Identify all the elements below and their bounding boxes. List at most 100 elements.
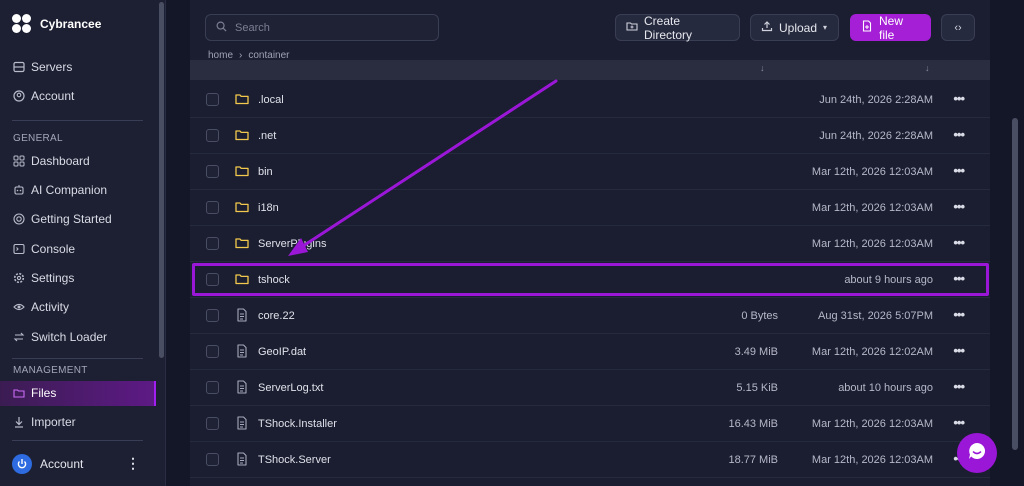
sidebar-item-servers[interactable]: Servers [12, 56, 72, 78]
more-options-icon[interactable]: ••• [953, 379, 965, 394]
sidebar-item-dashboard[interactable]: Dashboard [12, 150, 90, 172]
file-row[interactable]: core.22 0 Bytes Aug 31st, 2026 5:07PM ••• [190, 298, 990, 334]
section-label-general: GENERAL [13, 133, 63, 144]
more-options-icon[interactable]: ••• [953, 91, 965, 106]
file-modified: Mar 12th, 2026 12:03AM [811, 454, 933, 466]
file-modified: Mar 12th, 2026 12:03AM [811, 166, 933, 178]
sidebar-item-importer[interactable]: Importer [12, 411, 76, 433]
file-plus-icon [861, 20, 873, 35]
more-options-icon[interactable]: ••• [953, 235, 965, 250]
sidebar-item-label: AI Companion [31, 183, 108, 197]
sidebar-item-switch-loader[interactable]: Switch Loader [12, 326, 107, 348]
file-modified: about 9 hours ago [844, 274, 933, 286]
more-options-icon[interactable]: ••• [953, 271, 965, 286]
sidebar-item-label: Files [31, 386, 57, 400]
row-checkbox[interactable] [206, 345, 219, 358]
sidebar-item-files[interactable]: Files [12, 382, 56, 404]
file-row[interactable]: ServerLog.txt 5.15 KiB about 10 hours ago •… [190, 370, 990, 406]
upload-label: Upload [779, 20, 818, 35]
file-row[interactable]: i18n Mar 12th, 2026 12:03AM ••• [190, 190, 990, 226]
file-row[interactable]: .net Jun 24th, 2026 2:28AM ••• [190, 118, 990, 154]
row-checkbox[interactable] [206, 129, 219, 142]
more-options-icon[interactable]: ••• [953, 199, 965, 214]
new-file-label: New file [879, 13, 904, 42]
file-icon [235, 308, 249, 322]
row-checkbox[interactable] [206, 453, 219, 466]
file-row[interactable]: .local Jun 24th, 2026 2:28AM ••• [190, 82, 990, 118]
file-icon [235, 380, 249, 394]
file-row[interactable]: tshock about 9 hours ago ••• [190, 262, 990, 298]
row-checkbox[interactable] [206, 417, 219, 430]
sidebar-item-getting-started[interactable]: Getting Started [12, 208, 112, 230]
chat-button[interactable] [957, 433, 997, 473]
file-modified: Mar 12th, 2026 12:02AM [811, 346, 933, 358]
file-name[interactable]: core.22 [258, 310, 295, 322]
file-row[interactable]: ServerPlugins Mar 12th, 2026 12:03AM ••• [190, 226, 990, 262]
row-checkbox[interactable] [206, 273, 219, 286]
upload-icon [761, 20, 773, 35]
file-name[interactable]: GeoIP.dat [258, 346, 306, 358]
row-checkbox[interactable] [206, 201, 219, 214]
file-name[interactable]: tshock [258, 274, 290, 286]
row-checkbox[interactable] [206, 237, 219, 250]
folder-plus-icon [626, 20, 638, 35]
more-options-icon[interactable]: ••• [953, 127, 965, 142]
sidebar: Cybrancee Servers Account GENERAL Dashbo… [0, 0, 166, 486]
row-checkbox[interactable] [206, 309, 219, 322]
file-name[interactable]: TShock.Installer [258, 418, 337, 430]
code-icon: ‹› [954, 21, 962, 34]
file-name[interactable]: .net [258, 130, 276, 142]
more-options-icon[interactable]: ••• [953, 415, 965, 430]
file-name[interactable]: i18n [258, 202, 279, 214]
sidebar-item-label: Getting Started [31, 212, 112, 226]
file-name[interactable]: bin [258, 166, 273, 178]
file-row[interactable]: GeoIP.dat 3.49 MiB Mar 12th, 2026 12:02AM •… [190, 334, 990, 370]
file-row[interactable]: TShock.Server 18.77 MiB Mar 12th, 2026 12:… [190, 442, 990, 478]
upload-button[interactable]: Upload ▾ [750, 14, 839, 41]
brand[interactable]: Cybrancee [12, 14, 101, 34]
sidebar-scrollbar[interactable] [159, 2, 164, 358]
sidebar-item-activity[interactable]: Activity [12, 296, 69, 318]
account-menu[interactable]: Account [12, 454, 83, 474]
sidebar-item-label: Servers [31, 60, 73, 74]
sidebar-item-console[interactable]: Console [12, 238, 75, 260]
more-options-icon[interactable]: ••• [953, 343, 965, 358]
file-row[interactable]: bin Mar 12th, 2026 12:03AM ••• [190, 154, 990, 190]
search-input[interactable]: Search [205, 14, 439, 41]
file-row[interactable]: TShock.Installer 16.43 MiB Mar 12th, 2026 … [190, 406, 990, 442]
robot-icon [12, 184, 25, 197]
sidebar-item-label: Settings [31, 271, 75, 285]
file-modified: Jun 24th, 2026 2:28AM [819, 130, 933, 142]
account-options-icon[interactable]: ⋮ [126, 456, 140, 470]
main-scrollbar[interactable] [1012, 118, 1018, 450]
row-checkbox[interactable] [206, 165, 219, 178]
folder-icon [235, 128, 249, 142]
file-size: 18.77 MiB [728, 454, 778, 466]
row-checkbox[interactable] [206, 381, 219, 394]
more-options-icon[interactable]: ••• [953, 163, 965, 178]
code-view-button[interactable]: ‹› [941, 14, 975, 41]
lifebuoy-icon [12, 213, 25, 226]
sort-date-icon[interactable]: ↓ [925, 63, 930, 73]
sort-size-icon[interactable]: ↓ [760, 63, 765, 73]
file-name[interactable]: TShock.Server [258, 454, 331, 466]
file-icon [235, 344, 249, 358]
file-size: 0 Bytes [741, 310, 778, 322]
file-modified: Aug 31st, 2026 5:07PM [818, 310, 933, 322]
file-name[interactable]: ServerLog.txt [258, 382, 323, 394]
swap-icon [12, 331, 25, 344]
folder-icon [235, 236, 249, 250]
file-name[interactable]: ServerPlugins [258, 238, 326, 250]
more-options-icon[interactable]: ••• [953, 307, 965, 322]
create-directory-button[interactable]: Create Directory [615, 14, 740, 42]
file-modified: about 10 hours ago [838, 382, 933, 394]
folder-icon [235, 200, 249, 214]
file-list-header [190, 60, 990, 80]
row-checkbox[interactable] [206, 93, 219, 106]
file-name[interactable]: .local [258, 94, 284, 106]
sidebar-item-account[interactable]: Account [12, 85, 74, 107]
new-file-button[interactable]: New file [850, 13, 931, 42]
file-icon [235, 452, 249, 466]
sidebar-item-ai-companion[interactable]: AI Companion [12, 179, 107, 201]
sidebar-item-settings[interactable]: Settings [12, 267, 74, 289]
